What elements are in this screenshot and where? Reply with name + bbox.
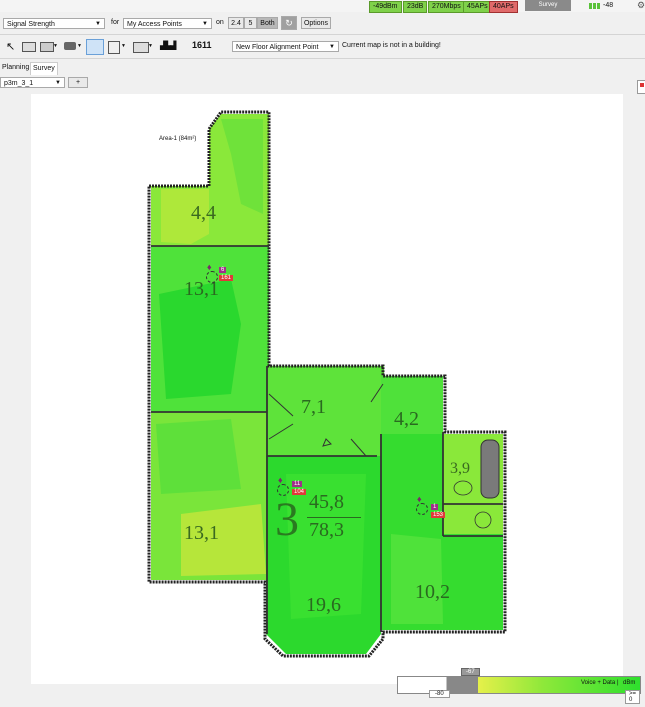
stat-rate: 270Mbps [428,1,465,13]
refresh-icon[interactable]: ↻ [281,16,297,30]
chevron-down-icon: ▼ [202,21,208,27]
ap-channel-badge: 6 [219,267,227,273]
area-label: Area-1 (84m²) [159,136,197,142]
ap-id-badge: 104 [292,489,307,495]
floor-tool-icon[interactable] [133,42,149,53]
alignment-point-select[interactable]: New Floor Alignment Point ▼ [232,41,339,52]
room-label-a: 4,4 [191,202,216,224]
side-panel-toggle[interactable] [637,80,645,94]
building-tool-icon[interactable]: ▟▙▟ [160,41,182,51]
ap-ring-icon [416,503,428,515]
material-tool-icon[interactable] [40,42,54,52]
room-c-shape [151,412,269,580]
band-5-button[interactable]: 5 [244,17,257,29]
tab-planning[interactable]: Planning [0,62,31,74]
legend-unit: dBm [623,680,636,686]
map-select[interactable]: p3m_3_1 ▼ [0,77,65,88]
room-f-shape [443,434,503,534]
signal-bars-icon [589,3,603,9]
printer-tool-icon[interactable] [64,42,76,50]
visualization-toolbar: Signal Strength ▼ for My Access Points ▼… [0,14,645,35]
mode-tabs: Planning Survey [0,62,645,75]
room-label-e: 4,2 [394,408,419,430]
tab-survey[interactable]: Survey [30,62,58,75]
gear-icon[interactable]: ⚙ [637,0,645,11]
band-both-button[interactable]: Both [257,17,278,29]
chevron-down-icon: ▼ [95,21,101,27]
ap-id-badge: 153 [431,512,446,518]
stat-aps-alert: 40APs [489,1,518,13]
chevron-down-icon: ▼ [329,44,335,50]
survey-mode-icon[interactable] [86,39,104,55]
room-label-h: 10,2 [415,581,450,603]
room-label-c: 13,1 [184,522,219,544]
document-tool-icon[interactable] [108,41,120,54]
visualization-select-value: Signal Strength [7,21,55,28]
room-label-d: 7,1 [301,396,326,418]
legend-threshold[interactable]: -67 [461,668,480,676]
ap-id-badge: 161 [219,275,234,281]
area-fraction-bottom: 78,3 [309,519,344,541]
access-point-2[interactable]: ♦ 11 104 [277,475,317,499]
chevron-down-icon[interactable]: ▼ [148,43,153,49]
access-point-1[interactable]: ♦ 6 161 [206,262,246,286]
chevron-down-icon[interactable]: ▼ [77,43,82,49]
room-label-g: 19,6 [306,594,341,616]
room-label-f: 3,9 [450,460,470,477]
stat-signal: -49dBm [369,1,402,13]
band-24-button[interactable]: 2.4 [228,17,244,29]
alignment-point-select-value: New Floor Alignment Point [236,44,319,51]
chevron-down-icon[interactable]: ▼ [53,43,58,49]
pointer-tool-icon[interactable]: ↖ [6,40,15,53]
stat-aps: 45APs [463,1,492,13]
options-button[interactable]: Options [301,17,331,29]
legend-divider: | [617,680,619,686]
channel-tool-icon[interactable]: 1611 [192,40,212,50]
signal-legend[interactable]: -67 Voice + Data | dBm -80 >= 0 [397,668,641,704]
map-canvas[interactable]: Area-1 (84m²) 4,4 13,1 13,1 7,1 4,2 3,9 … [31,94,623,684]
legend-min[interactable]: -80 [429,690,450,698]
wall-tool-icon[interactable] [22,42,36,52]
fraction-line [307,517,361,518]
ap-ring-icon [277,484,289,496]
ap-channel-badge: 11 [292,481,303,487]
visualization-select[interactable]: Signal Strength ▼ [3,18,105,29]
stat-snr: 23dB [403,1,428,13]
status-bar: -49dBm 23dB 270Mbps 45APs 40APs Survey -… [0,0,645,13]
signal-value: -48 [603,2,614,9]
status-message: Current map is not in a building! [342,42,441,49]
for-label: for [111,19,120,26]
apartment-number: 3 [275,493,299,546]
survey-button[interactable]: Survey [525,0,571,11]
chevron-down-icon: ▼ [55,80,61,86]
legend-mode-label: Voice + Data [581,680,616,686]
access-points-select-value: My Access Points [127,21,182,28]
add-map-button[interactable]: + [68,77,88,88]
legend-max[interactable]: >= 0 [625,690,641,704]
tools-toolbar: ↖ ▼ ▼ ▼ ▼ ▟▙▟ 1611 New Floor Alignment P… [0,36,645,59]
ap-channel-badge: 1 [431,504,439,510]
access-points-select[interactable]: My Access Points ▼ [123,18,212,29]
ap-ring-icon [206,271,218,283]
map-select-value: p3m_3_1 [4,80,34,87]
on-label: on [216,19,224,26]
chevron-down-icon[interactable]: ▼ [121,43,126,49]
access-point-3[interactable]: ♦ 1 153 [416,494,456,518]
